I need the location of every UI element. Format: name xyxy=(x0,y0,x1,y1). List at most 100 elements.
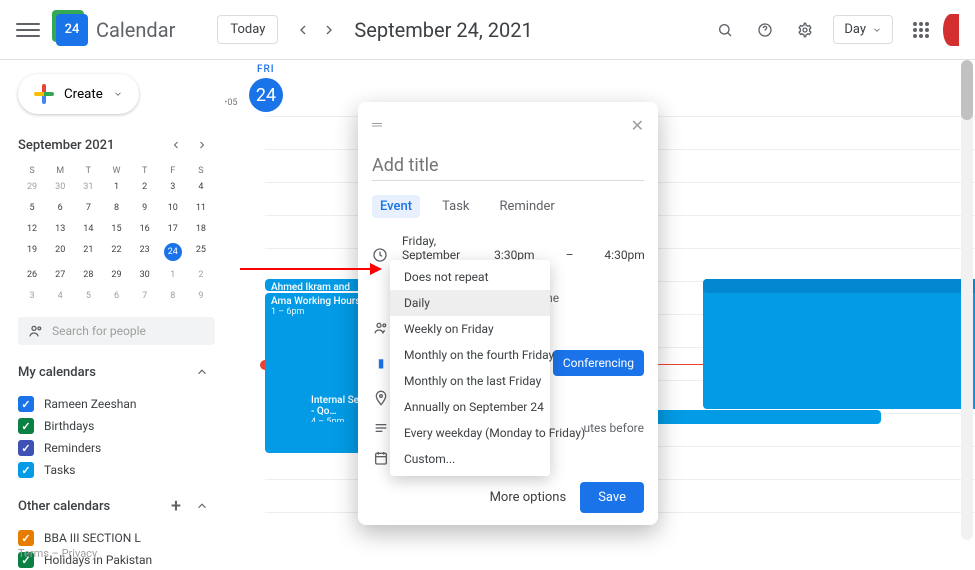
add-video-conferencing-button[interactable]: Conferencing xyxy=(553,350,644,376)
calendar-checkbox[interactable] xyxy=(18,440,34,456)
event-end-time[interactable]: 4:30pm xyxy=(604,248,644,262)
mini-day[interactable]: 12 xyxy=(18,222,46,236)
add-other-calendar[interactable]: + xyxy=(163,493,189,519)
recurrence-option[interactable]: Monthly on the last Friday xyxy=(390,368,550,394)
search-icon[interactable] xyxy=(713,18,737,42)
mini-day[interactable]: 14 xyxy=(74,222,102,236)
mini-day[interactable]: 3 xyxy=(18,289,46,303)
mini-day[interactable]: 9 xyxy=(187,289,215,303)
mini-day[interactable]: 5 xyxy=(18,201,46,215)
terms-link[interactable]: Terms xyxy=(18,547,49,560)
calendar-item[interactable]: Birthdays xyxy=(18,415,215,437)
create-button[interactable]: Create xyxy=(18,74,139,114)
mini-day[interactable]: 5 xyxy=(74,289,102,303)
recurrence-option[interactable]: Custom... xyxy=(390,446,550,472)
save-button[interactable]: Save xyxy=(580,482,644,513)
recurrence-option[interactable]: Monthly on the fourth Friday xyxy=(390,342,550,368)
privacy-link[interactable]: Privacy xyxy=(62,547,98,560)
next-day-button[interactable] xyxy=(316,17,342,43)
recurrence-option[interactable]: Daily xyxy=(390,290,550,316)
mini-day[interactable]: 1 xyxy=(102,180,130,194)
view-selector[interactable]: Day xyxy=(833,15,893,44)
mini-day[interactable]: 25 xyxy=(187,243,215,261)
google-apps-icon[interactable] xyxy=(913,22,929,38)
mini-day[interactable]: 8 xyxy=(102,201,130,215)
help-icon[interactable] xyxy=(753,18,777,42)
mini-calendar-dow: SMTWTFS xyxy=(18,166,215,176)
mini-day[interactable]: 6 xyxy=(46,201,74,215)
calendar-item[interactable]: Rameen Zeeshan xyxy=(18,393,215,415)
mini-day[interactable]: 24 xyxy=(164,243,182,261)
calendar-checkbox[interactable] xyxy=(18,396,34,412)
mini-day[interactable]: 10 xyxy=(159,201,187,215)
my-calendars-toggle[interactable] xyxy=(189,359,215,385)
mini-prev-month[interactable] xyxy=(163,132,189,158)
mini-day[interactable]: 30 xyxy=(131,268,159,282)
calendar-item[interactable]: BBA III SECTION L xyxy=(18,527,215,549)
mini-day[interactable]: 19 xyxy=(18,243,46,261)
mini-day[interactable]: 7 xyxy=(131,289,159,303)
mini-day[interactable]: 11 xyxy=(187,201,215,215)
prev-day-button[interactable] xyxy=(290,17,316,43)
menu-icon[interactable] xyxy=(16,18,40,42)
dialog-close-button[interactable]: ✕ xyxy=(631,116,644,135)
mini-next-month[interactable] xyxy=(189,132,215,158)
recurrence-option[interactable]: Annually on September 24 xyxy=(390,394,550,420)
other-calendars-toggle[interactable] xyxy=(189,493,215,519)
mini-day[interactable]: 31 xyxy=(74,180,102,194)
calendar-event[interactable] xyxy=(703,279,975,409)
scrollbar-thumb[interactable] xyxy=(961,60,973,120)
mini-day[interactable]: 13 xyxy=(46,222,74,236)
recurrence-option[interactable]: Weekly on Friday xyxy=(390,316,550,342)
today-button[interactable]: Today xyxy=(217,15,278,44)
calendar-checkbox[interactable] xyxy=(18,462,34,478)
more-options-button[interactable]: More options xyxy=(490,490,567,505)
mini-day[interactable]: 27 xyxy=(46,268,74,282)
calendar-label: Rameen Zeeshan xyxy=(44,397,137,411)
calendar-icon xyxy=(372,450,390,466)
mini-day[interactable]: 28 xyxy=(74,268,102,282)
search-people-input[interactable]: Search for people xyxy=(18,317,215,345)
annotation-arrow xyxy=(240,268,380,270)
tab-task[interactable]: Task xyxy=(434,195,477,218)
mini-day[interactable]: 8 xyxy=(159,289,187,303)
mini-day[interactable]: 7 xyxy=(74,201,102,215)
recurrence-option[interactable]: Every weekday (Monday to Friday) xyxy=(390,420,550,446)
event-title-input[interactable] xyxy=(372,151,644,181)
notification-hint: utes before xyxy=(583,421,644,435)
mini-day[interactable]: 4 xyxy=(187,180,215,194)
mini-day[interactable]: 15 xyxy=(102,222,130,236)
recurrence-option[interactable]: Does not repeat xyxy=(390,264,550,290)
mini-day[interactable]: 23 xyxy=(131,243,159,261)
mini-day[interactable]: 1 xyxy=(159,268,187,282)
calendar-item[interactable]: Reminders xyxy=(18,437,215,459)
account-avatar[interactable] xyxy=(943,14,959,46)
mini-day[interactable]: 16 xyxy=(131,222,159,236)
mini-day[interactable]: 21 xyxy=(74,243,102,261)
mini-day[interactable]: 29 xyxy=(102,268,130,282)
mini-day[interactable]: 17 xyxy=(159,222,187,236)
mini-day[interactable]: 6 xyxy=(102,289,130,303)
mini-day[interactable]: 2 xyxy=(131,180,159,194)
mini-day[interactable]: 3 xyxy=(159,180,187,194)
calendar-checkbox[interactable] xyxy=(18,418,34,434)
mini-day[interactable]: 2 xyxy=(187,268,215,282)
mini-day[interactable]: 9 xyxy=(131,201,159,215)
tab-reminder[interactable]: Reminder xyxy=(492,195,563,218)
mini-day[interactable]: 30 xyxy=(46,180,74,194)
tab-event[interactable]: Event xyxy=(372,195,420,218)
mini-day[interactable]: 22 xyxy=(102,243,130,261)
mini-day[interactable]: 29 xyxy=(18,180,46,194)
dialog-drag-handle[interactable]: ═ xyxy=(372,116,384,135)
mini-day[interactable]: 18 xyxy=(187,222,215,236)
mini-day[interactable]: 20 xyxy=(46,243,74,261)
vertical-scrollbar[interactable] xyxy=(961,60,973,540)
day-number-badge[interactable]: 24 xyxy=(249,78,283,112)
settings-icon[interactable] xyxy=(793,18,817,42)
mini-day[interactable]: 26 xyxy=(18,268,46,282)
mini-calendar-title: September 2021 xyxy=(18,138,163,153)
mini-day[interactable]: 4 xyxy=(46,289,74,303)
calendar-event[interactable] xyxy=(703,279,975,293)
calendar-item[interactable]: Tasks xyxy=(18,459,215,481)
calendar-checkbox[interactable] xyxy=(18,530,34,546)
